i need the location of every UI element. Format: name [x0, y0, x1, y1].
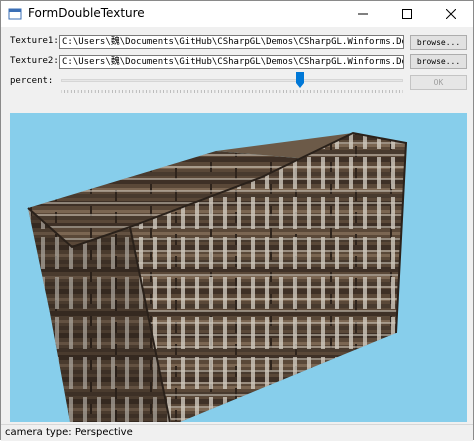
minimize-icon [358, 13, 368, 15]
texture2-path-field[interactable]: C:\Users\魏\Documents\GitHub\CSharpGL\Dem… [59, 55, 404, 69]
ok-button[interactable]: OK [410, 75, 467, 90]
texture2-browse-button[interactable]: browse... [410, 54, 467, 69]
slider-track[interactable] [61, 79, 403, 82]
status-bar: camera type: Perspective [1, 424, 473, 441]
texture1-path-field[interactable]: C:\Users\魏\Documents\GitHub\CSharpGL\Dem… [59, 35, 404, 49]
maximize-icon [402, 9, 412, 19]
textured-cube [27, 131, 408, 422]
app-icon [8, 8, 22, 20]
title-bar[interactable]: FormDoubleTexture [1, 1, 473, 27]
close-icon [446, 9, 456, 19]
slider-ticks [61, 90, 403, 93]
form-double-texture-window: FormDoubleTexture Texture1: C:\Users\魏\D… [0, 0, 474, 441]
texture2-label: Texture2: [10, 56, 59, 66]
texture1-label: Texture1: [10, 36, 59, 46]
percent-label: percent: [10, 76, 54, 86]
slider-thumb[interactable] [296, 72, 305, 88]
minimize-button[interactable] [341, 1, 385, 27]
close-button[interactable] [429, 1, 473, 27]
render-viewport[interactable] [10, 113, 467, 422]
texture1-browse-button[interactable]: browse... [410, 35, 467, 50]
camera-type-status: camera type: Perspective [5, 427, 133, 438]
window-title: FormDoubleTexture [28, 6, 145, 20]
maximize-button[interactable] [385, 1, 429, 27]
